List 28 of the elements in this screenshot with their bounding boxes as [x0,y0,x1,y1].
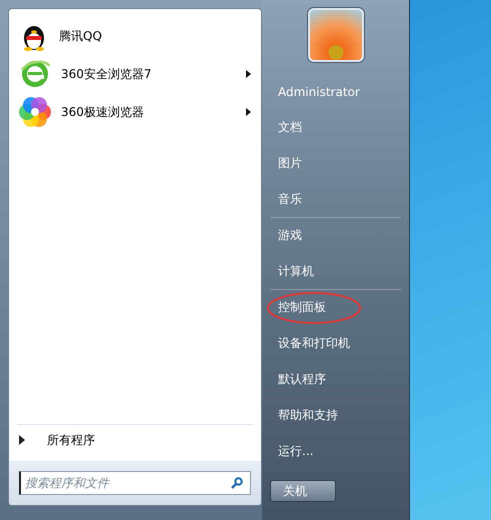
place-item[interactable]: 设备和打印机 [270,326,401,362]
program-label: 360安全浏览器7 [61,66,153,82]
place-item[interactable]: 文档 [270,110,401,146]
place-item[interactable]: 运行... [270,434,401,470]
search-icon [231,477,243,489]
user-item[interactable]: Administrator [270,74,401,110]
expand-arrow-icon [19,435,25,445]
program-item[interactable]: 腾讯QQ [15,17,255,55]
place-item[interactable]: 控制面板 [270,290,401,326]
place-item[interactable]: 音乐 [270,182,401,218]
place-item[interactable]: 图片 [270,146,401,182]
search-field[interactable]: 搜索程序和文件 [19,471,251,495]
place-item[interactable]: 帮助和支持 [270,398,401,434]
program-label: 腾讯QQ [59,28,103,44]
browser-icon [19,58,51,90]
all-programs-label: 所有程序 [47,432,95,448]
program-item[interactable]: 360安全浏览器7 [15,55,255,93]
pinwheel-icon [19,96,51,128]
submenu-arrow-icon [246,108,251,116]
program-item[interactable]: 360极速浏览器 [15,93,255,131]
all-programs-item[interactable]: 所有程序 [9,425,261,455]
program-label: 360极速浏览器 [61,104,145,120]
shutdown-button[interactable]: 关机 [270,480,336,502]
place-item[interactable]: 计算机 [270,254,401,290]
place-item[interactable]: 游戏 [270,218,401,254]
submenu-arrow-icon [246,70,251,78]
user-picture[interactable] [308,8,364,62]
place-item[interactable]: 默认程序 [270,362,401,398]
